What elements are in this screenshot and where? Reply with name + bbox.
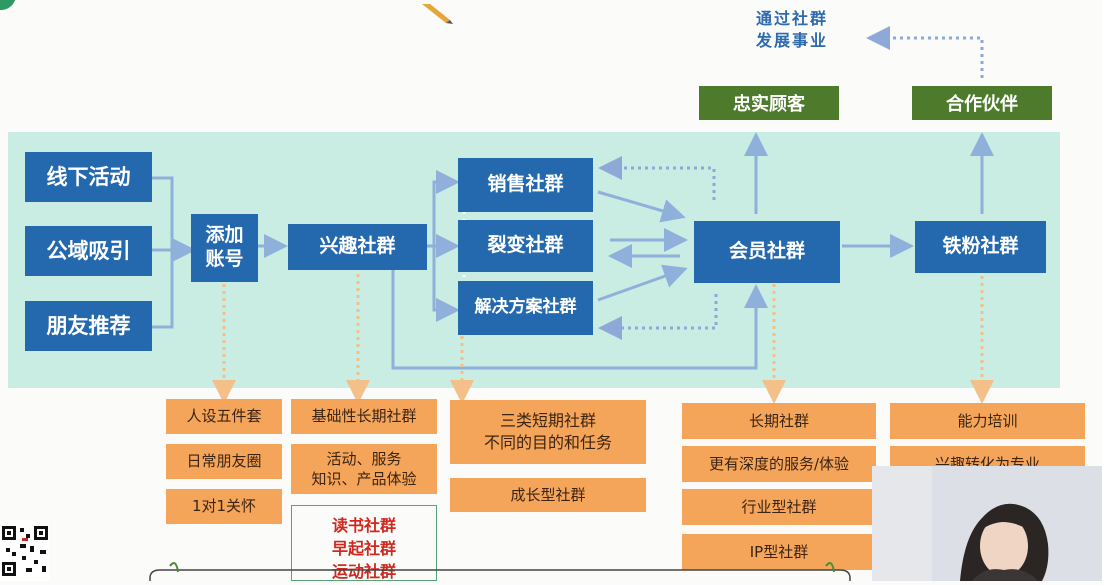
qr-code	[0, 520, 50, 581]
webcam-overlay	[872, 466, 1102, 581]
